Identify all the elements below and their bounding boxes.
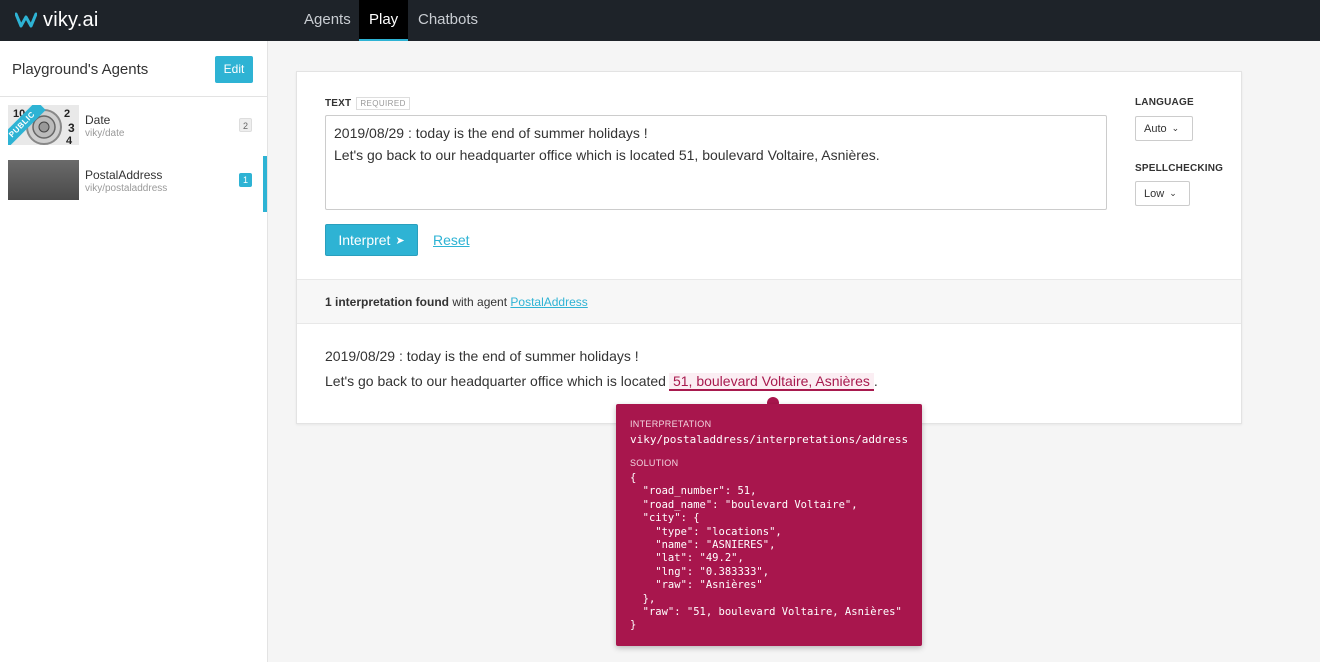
nav-tab-play[interactable]: Play <box>359 0 409 41</box>
agent-count-badge: 1 <box>239 173 252 187</box>
output-line-1: 2019/08/29 : today is the end of summer … <box>325 348 639 364</box>
tooltip-solution-code: { "road_number": 51, "road_name": "boule… <box>630 472 902 632</box>
chevron-down-icon: ⌄ <box>1171 123 1180 133</box>
edit-button[interactable]: Edit <box>215 56 253 83</box>
result-with-agent: with agent <box>452 295 508 309</box>
agent-slug: viky/postaladdress <box>85 183 168 194</box>
send-arrow-icon: ➤ <box>395 234 405 247</box>
svg-text:4: 4 <box>66 135 73 145</box>
spellchecking-label: SPELLCHECKING <box>1135 163 1224 174</box>
chevron-down-icon: ⌄ <box>1169 188 1177 198</box>
interpret-button[interactable]: Interpret ➤ <box>325 224 418 256</box>
agent-slug: viky/date <box>85 128 125 139</box>
language-label: LANGUAGE <box>1135 97 1194 108</box>
result-count: 1 interpretation found <box>325 295 449 309</box>
interpretation-highlight[interactable]: 51, boulevard Voltaire, Asnières <box>668 373 874 391</box>
required-badge: REQUIRED <box>356 97 410 110</box>
result-summary-bar: 1 interpretation found with agent Postal… <box>297 279 1241 324</box>
sidebar-agent-postaladdress[interactable]: PostalAddress viky/postaladdress 1 <box>0 156 267 212</box>
agent-name: Date <box>85 113 111 127</box>
agent-date-thumbnail: 10 2 3 4 PUBLIC <box>8 105 79 145</box>
viky-logo-icon <box>15 12 37 28</box>
tooltip-interpretation-label: INTERPRETATION <box>630 419 712 429</box>
top-navbar: viky.ai Agents Play Chatbots <box>0 0 1320 41</box>
svg-text:2: 2 <box>64 108 70 120</box>
sidebar-title: Playground's Agents <box>12 61 149 78</box>
interpretation-tooltip: INTERPRETATION viky/postaladdress/interp… <box>616 404 922 646</box>
output-text-before: Let's go back to our headquarter office … <box>325 373 666 389</box>
output-line-2: Let's go back to our headquarter office … <box>325 373 878 391</box>
spellchecking-value: Low <box>1144 187 1165 200</box>
language-value: Auto <box>1144 122 1167 135</box>
text-field-label: TEXT REQUIRED <box>325 97 410 110</box>
interpret-button-label: Interpret <box>338 232 391 248</box>
sidebar-agent-date[interactable]: 10 2 3 4 PUBLIC Date viky/date 2 <box>0 101 267 157</box>
reset-link[interactable]: Reset <box>433 232 470 248</box>
nav-tab-chatbots[interactable]: Chatbots <box>408 0 488 41</box>
spellchecking-select[interactable]: Low ⌄ <box>1135 181 1190 206</box>
tooltip-interpretation-value: viky/postaladdress/interpretations/addre… <box>630 433 909 446</box>
sidebar: Playground's Agents Edit 10 2 3 4 PUBLIC… <box>0 41 268 662</box>
text-label: TEXT <box>325 98 352 110</box>
brand-logo[interactable]: viky.ai <box>15 8 98 32</box>
agent-postaladdress-thumbnail <box>8 160 79 200</box>
nav-tab-agents[interactable]: Agents <box>294 0 361 41</box>
play-card: TEXT REQUIRED 2019/08/29 : today is the … <box>296 71 1242 424</box>
sidebar-header: Playground's Agents Edit <box>0 41 267 97</box>
agent-name: PostalAddress <box>85 168 163 182</box>
svg-text:3: 3 <box>68 121 75 135</box>
result-agent-link[interactable]: PostalAddress <box>510 295 587 309</box>
agent-count-badge: 2 <box>239 118 252 132</box>
brand-name: viky.ai <box>43 8 99 31</box>
language-select[interactable]: Auto ⌄ <box>1135 116 1193 141</box>
tooltip-solution-label: SOLUTION <box>630 458 679 468</box>
text-input[interactable]: 2019/08/29 : today is the end of summer … <box>325 115 1107 210</box>
result-summary: 1 interpretation found with agent Postal… <box>325 295 588 309</box>
output-text-after: . <box>873 373 878 389</box>
